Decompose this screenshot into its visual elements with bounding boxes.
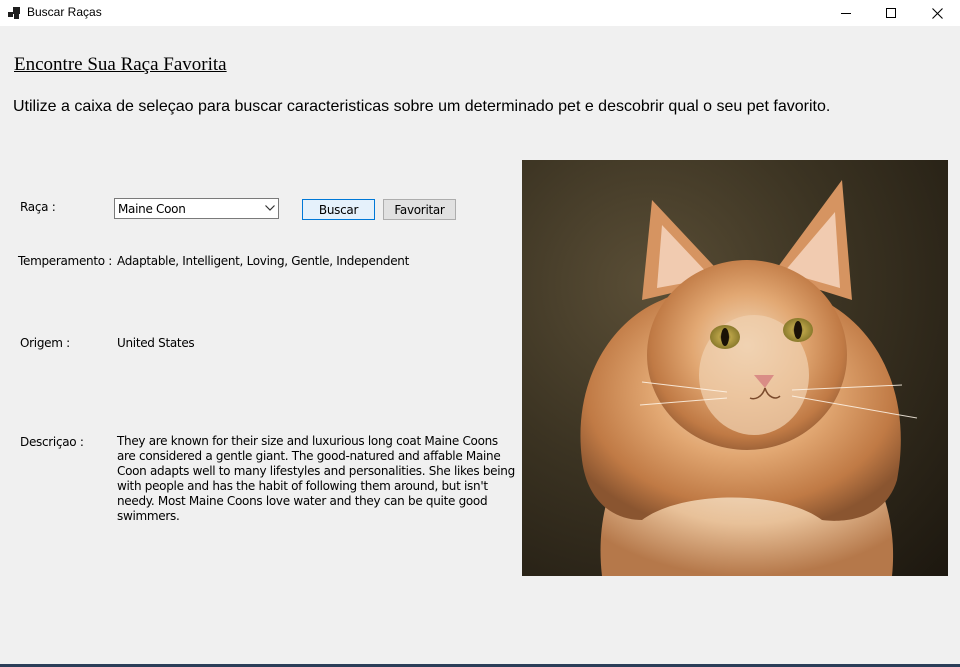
raca-label: Raça :	[20, 200, 56, 214]
cat-image	[580, 180, 918, 576]
raca-select[interactable]: Maine Coon	[114, 198, 279, 219]
origem-value: United States	[117, 336, 195, 350]
window-title: Buscar Raças	[27, 5, 102, 19]
buscar-button[interactable]: Buscar	[302, 199, 375, 220]
minimize-button[interactable]	[823, 0, 869, 26]
temperamento-value: Adaptable, Intelligent, Loving, Gentle, …	[117, 254, 409, 268]
title-bar: Buscar Raças	[0, 0, 960, 26]
descricao-label: Descriçao :	[20, 435, 84, 449]
descricao-value: They are known for their size and luxuri…	[117, 434, 515, 523]
temperamento-label: Temperamento :	[18, 254, 113, 268]
app-icon	[8, 7, 20, 19]
close-button[interactable]	[914, 0, 960, 26]
page-title: Encontre Sua Raça Favorita	[14, 54, 227, 75]
origem-label: Origem :	[20, 336, 70, 350]
maximize-button[interactable]	[868, 0, 914, 26]
chevron-down-icon	[265, 205, 275, 211]
close-icon	[931, 7, 943, 19]
intro-text: Utilize a caixa de seleçao para buscar c…	[13, 98, 831, 115]
favoritar-button[interactable]: Favoritar	[383, 199, 456, 220]
raca-select-value: Maine Coon	[118, 202, 186, 216]
maximize-icon	[886, 8, 896, 18]
breed-photo	[522, 160, 948, 576]
minimize-icon	[841, 13, 851, 14]
